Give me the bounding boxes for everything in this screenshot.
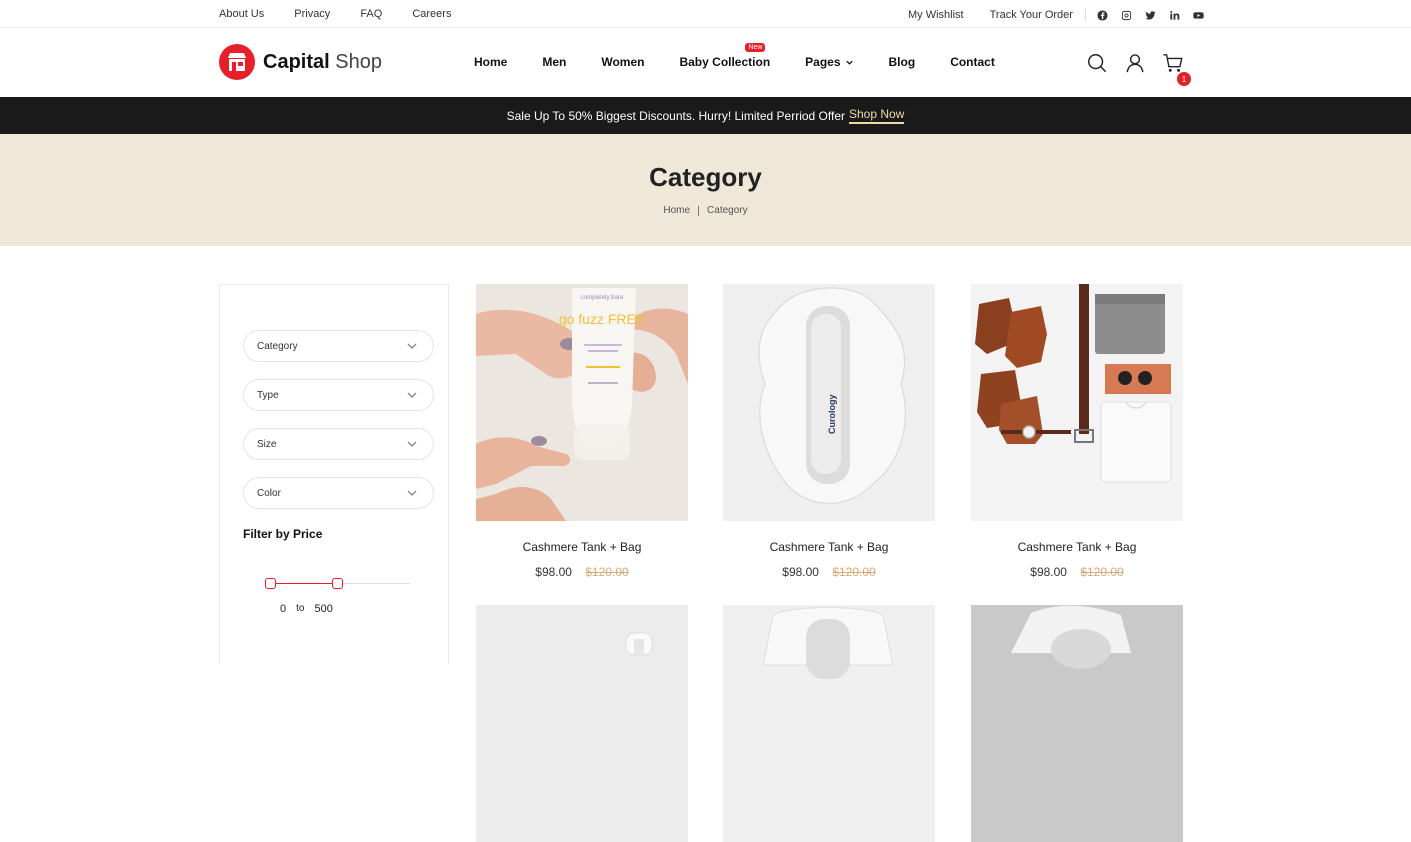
- wishlist-link[interactable]: My Wishlist: [908, 9, 964, 21]
- promo-text: Sale Up To 50% Biggest Discounts. Hurry!…: [506, 108, 845, 123]
- price-max-handle[interactable]: [332, 578, 343, 589]
- track-order-link[interactable]: Track Your Order: [990, 9, 1073, 21]
- nav-label: Women: [601, 55, 645, 69]
- price-min-value: 0: [280, 603, 287, 615]
- main-nav: Home Men Women Baby Collection New Pages…: [474, 43, 995, 69]
- breadcrumb-home[interactable]: Home: [663, 205, 690, 216]
- price-to-label: to: [296, 603, 305, 614]
- product-image[interactable]: [971, 284, 1183, 521]
- product-image[interactable]: completely bare go fuzz FREE: [476, 284, 688, 521]
- twitter-icon[interactable]: [1144, 9, 1158, 21]
- breadcrumb: Home Category: [0, 205, 1411, 216]
- chevron-down-icon: [407, 441, 417, 447]
- current-price: $98.00: [535, 565, 572, 579]
- top-right: My Wishlist Track Your Order: [908, 8, 1216, 22]
- product-image[interactable]: [476, 605, 688, 842]
- select-label: Size: [257, 438, 277, 450]
- top-bar: About Us Privacy FAQ Careers My Wishlist…: [0, 0, 1411, 28]
- select-label: Type: [257, 389, 279, 401]
- promo-strip: Sale Up To 50% Biggest Discounts. Hurry!…: [0, 97, 1411, 134]
- old-price: $120.00: [1080, 565, 1124, 579]
- select-label: Category: [257, 340, 298, 352]
- search-icon[interactable]: [1086, 52, 1108, 74]
- product-image[interactable]: [971, 605, 1183, 842]
- privacy-link[interactable]: Privacy: [294, 8, 330, 20]
- site-logo[interactable]: Capital Shop: [219, 44, 382, 80]
- divider: [1084, 8, 1086, 22]
- nav-label: Pages: [805, 55, 841, 69]
- breadcrumb-separator: [698, 205, 700, 216]
- product-name[interactable]: Cashmere Tank + Bag: [971, 540, 1183, 554]
- price-max-value: 500: [314, 603, 333, 615]
- nav-label: Baby Collection: [679, 55, 771, 69]
- youtube-icon[interactable]: [1192, 9, 1206, 21]
- nav-pages[interactable]: Pages: [805, 55, 853, 69]
- product-price: $98.00 $120.00: [476, 565, 688, 579]
- facebook-icon[interactable]: [1096, 9, 1110, 21]
- linkedin-icon[interactable]: [1168, 9, 1182, 21]
- instagram-icon[interactable]: [1120, 9, 1134, 21]
- product-card[interactable]: Curology Cashmere Tank + Bag $98.00 $120…: [723, 284, 935, 579]
- color-select[interactable]: Color: [243, 477, 434, 509]
- main-header: Capital Shop Home Men Women Baby Collect…: [0, 28, 1411, 97]
- nav-label: Men: [542, 55, 567, 69]
- select-label: Color: [257, 487, 281, 499]
- product-name[interactable]: Cashmere Tank + Bag: [476, 540, 688, 554]
- new-badge: New: [745, 43, 766, 52]
- product-card[interactable]: [476, 605, 688, 842]
- filter-sidebar: Category Type Size Color Filter by Price…: [219, 284, 449, 664]
- nav-men[interactable]: Men: [542, 55, 566, 69]
- nav-blog[interactable]: Blog: [889, 55, 916, 69]
- top-links: About Us Privacy FAQ Careers: [219, 8, 481, 20]
- current-price: $98.00: [1030, 565, 1067, 579]
- product-image[interactable]: [723, 605, 935, 842]
- cart-icon[interactable]: [1162, 52, 1184, 74]
- old-price: $120.00: [585, 565, 629, 579]
- price-min-handle[interactable]: [265, 578, 276, 589]
- faq-link[interactable]: FAQ: [360, 8, 382, 20]
- product-image[interactable]: Curology: [723, 284, 935, 521]
- nav-baby-collection[interactable]: Baby Collection New: [679, 43, 771, 69]
- nav-label: Home: [474, 55, 508, 69]
- careers-link[interactable]: Careers: [412, 8, 451, 20]
- chevron-down-icon: [407, 490, 417, 496]
- tube-brand-text: completely bare: [581, 295, 624, 301]
- chevron-down-icon: [407, 392, 417, 398]
- price-slider-range: [271, 583, 338, 584]
- user-icon[interactable]: [1124, 52, 1146, 74]
- product-card[interactable]: [723, 605, 935, 842]
- old-price: $120.00: [832, 565, 876, 579]
- product-card[interactable]: [971, 605, 1183, 842]
- chevron-down-icon: [845, 60, 853, 65]
- nav-women[interactable]: Women: [601, 55, 644, 69]
- page-title: Category: [649, 162, 762, 192]
- logo-bold-text: Capital: [263, 50, 330, 73]
- chevron-down-icon: [407, 343, 417, 349]
- bottle-brand-text: Curology: [827, 395, 837, 435]
- nav-contact[interactable]: Contact: [950, 55, 995, 69]
- nav-label: Contact: [950, 55, 995, 69]
- nav-label: Blog: [888, 55, 916, 69]
- about-us-link[interactable]: About Us: [219, 8, 264, 20]
- product-name[interactable]: Cashmere Tank + Bag: [723, 540, 935, 554]
- type-select[interactable]: Type: [243, 379, 434, 411]
- category-select[interactable]: Category: [243, 330, 434, 362]
- price-filter-title: Filter by Price: [243, 527, 323, 541]
- shop-logo-icon: [219, 44, 255, 80]
- product-price: $98.00 $120.00: [971, 565, 1183, 579]
- product-price: $98.00 $120.00: [723, 565, 935, 579]
- logo-light-text: Shop: [335, 50, 382, 73]
- price-range-readout: 0 to 500: [280, 603, 333, 615]
- shop-now-link[interactable]: Shop Now: [849, 107, 905, 124]
- product-card[interactable]: Cashmere Tank + Bag $98.00 $120.00: [971, 284, 1183, 579]
- current-price: $98.00: [782, 565, 819, 579]
- page-banner: Category Home Category: [0, 134, 1411, 246]
- nav-home[interactable]: Home: [474, 55, 507, 69]
- size-select[interactable]: Size: [243, 428, 434, 460]
- product-card[interactable]: completely bare go fuzz FREE Cashmere Ta…: [476, 284, 688, 579]
- logo-wordmark: Capital Shop: [263, 51, 382, 74]
- cart-count-badge: 1: [1177, 72, 1191, 86]
- tube-title-text: go fuzz FREE: [559, 311, 645, 327]
- breadcrumb-current: Category: [707, 205, 748, 216]
